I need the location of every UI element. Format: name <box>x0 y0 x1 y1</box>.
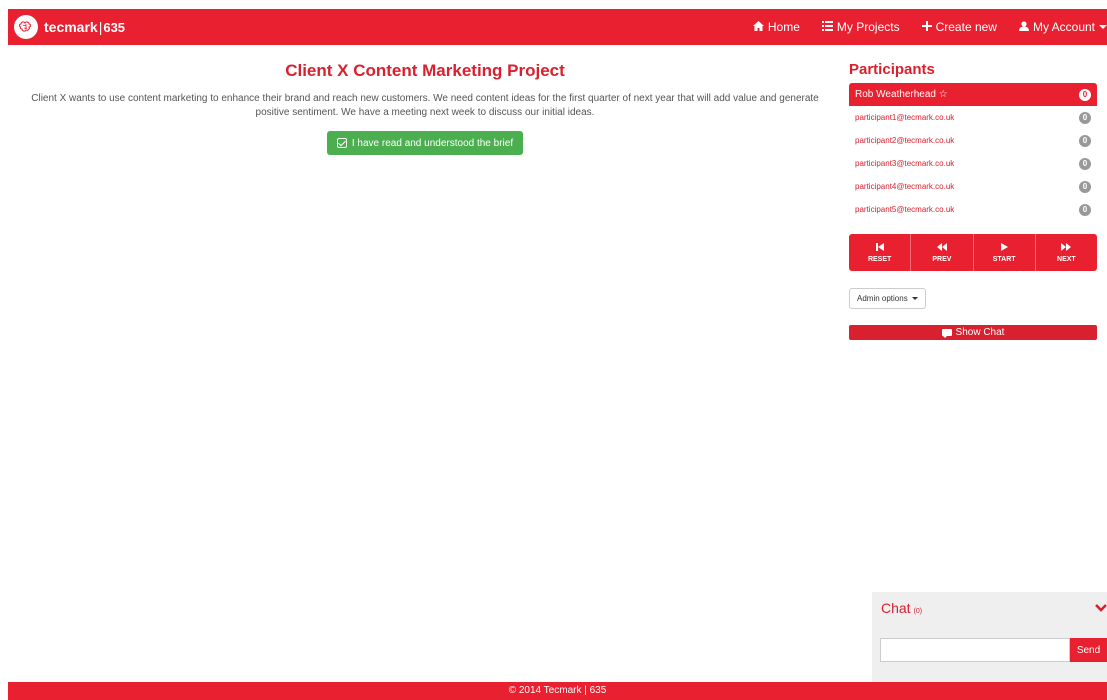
participant-row[interactable]: participant5@tecmark.co.uk 0 <box>849 198 1097 221</box>
participant-count-badge: 0 <box>1079 157 1091 170</box>
nav-home[interactable]: Home <box>752 20 800 34</box>
start-button[interactable]: START <box>973 234 1036 271</box>
start-label: START <box>992 255 1016 263</box>
brand-number: 635 <box>103 19 126 35</box>
play-icon <box>1000 242 1009 253</box>
participant-row[interactable]: participant3@tecmark.co.uk 0 <box>849 152 1097 175</box>
show-chat-label: Show Chat <box>955 327 1005 338</box>
main-content: Client X Content Marketing Project Clien… <box>20 58 830 155</box>
home-icon <box>752 21 764 33</box>
participant-name: participant3@tecmark.co.uk <box>855 159 955 168</box>
participant-name: Rob Weatherhead ☆ <box>855 89 948 100</box>
prev-button[interactable]: PREV <box>911 234 974 271</box>
rewind-icon <box>936 242 947 253</box>
brand-name: tecmark <box>44 19 98 35</box>
participants-sidebar: Participants Rob Weatherhead ☆ 0 partici… <box>849 58 1097 340</box>
project-brief: Client X wants to use content marketing … <box>31 93 819 118</box>
reset-label: RESET <box>867 255 892 263</box>
top-navbar: tecmark | 635 Home My Projects Create ne… <box>8 9 1107 45</box>
participant-row[interactable]: participant4@tecmark.co.uk 0 <box>849 175 1097 198</box>
brand-separator: | <box>98 19 103 35</box>
chat-title: Chat <box>881 600 911 616</box>
nav-my-account[interactable]: My Account <box>1018 20 1107 34</box>
participant-count-badge: 0 <box>1079 203 1091 216</box>
participant-list: Rob Weatherhead ☆ 0 participant1@tecmark… <box>849 83 1097 221</box>
participant-count-badge: 0 <box>1079 134 1091 147</box>
participant-count-badge: 0 <box>1079 180 1091 193</box>
chat-header: Chat (0) <box>881 600 922 616</box>
nav-home-label: Home <box>767 20 800 34</box>
next-label: NEXT <box>1057 255 1076 263</box>
page-title: Client X Content Marketing Project <box>285 61 565 80</box>
participant-count-badge: 0 <box>1079 88 1091 101</box>
participant-row[interactable]: participant2@tecmark.co.uk 0 <box>849 129 1097 152</box>
read-brief-button-label: I have read and understood the brief <box>351 137 514 149</box>
brand[interactable]: tecmark | 635 <box>14 15 125 39</box>
participant-name: participant4@tecmark.co.uk <box>855 182 955 191</box>
chat-panel: Chat (0) Send <box>872 592 1107 682</box>
footer: © 2014 Tecmark | 635 <box>8 682 1107 700</box>
nav-create-new[interactable]: Create new <box>921 20 997 34</box>
user-icon <box>1018 21 1029 33</box>
nav-my-account-label: My Account <box>1032 20 1095 34</box>
next-button[interactable]: NEXT <box>1035 234 1097 271</box>
plus-icon <box>921 21 932 33</box>
comment-icon <box>941 329 952 338</box>
nav-menu: Home My Projects Create new My Account <box>731 9 1107 45</box>
admin-options-dropdown[interactable]: Admin options <box>849 288 926 309</box>
participant-name: participant2@tecmark.co.uk <box>855 136 955 145</box>
read-brief-button[interactable]: I have read and understood the brief <box>326 131 524 155</box>
check-square-icon <box>336 138 347 148</box>
admin-options-label: Admin options <box>857 294 908 303</box>
prev-label: PREV <box>932 255 952 263</box>
session-controls: RESET PREV START NEXT <box>849 234 1097 271</box>
show-chat-button[interactable]: Show Chat <box>849 325 1097 340</box>
caret-down-icon <box>911 297 918 300</box>
reset-button[interactable]: RESET <box>849 234 912 271</box>
list-icon <box>821 21 833 33</box>
nav-create-new-label: Create new <box>935 20 997 34</box>
participants-title: Participants <box>849 61 935 78</box>
brain-logo-icon <box>14 15 38 39</box>
participant-name: participant1@tecmark.co.uk <box>855 113 955 122</box>
send-button[interactable]: Send <box>1070 638 1107 662</box>
participant-name: participant5@tecmark.co.uk <box>855 205 955 214</box>
fast-forward-icon <box>1061 242 1072 253</box>
participant-row[interactable]: participant1@tecmark.co.uk 0 <box>849 106 1097 129</box>
nav-my-projects[interactable]: My Projects <box>821 20 900 34</box>
participant-row[interactable]: Rob Weatherhead ☆ 0 <box>849 83 1097 106</box>
chevron-down-icon <box>1099 25 1107 29</box>
chat-count: (0) <box>913 608 923 615</box>
nav-my-projects-label: My Projects <box>836 20 900 34</box>
chevron-down-icon[interactable] <box>1095 601 1107 616</box>
participant-count-badge: 0 <box>1079 111 1091 124</box>
reset-icon <box>875 242 884 253</box>
chat-message-input[interactable] <box>880 638 1070 662</box>
